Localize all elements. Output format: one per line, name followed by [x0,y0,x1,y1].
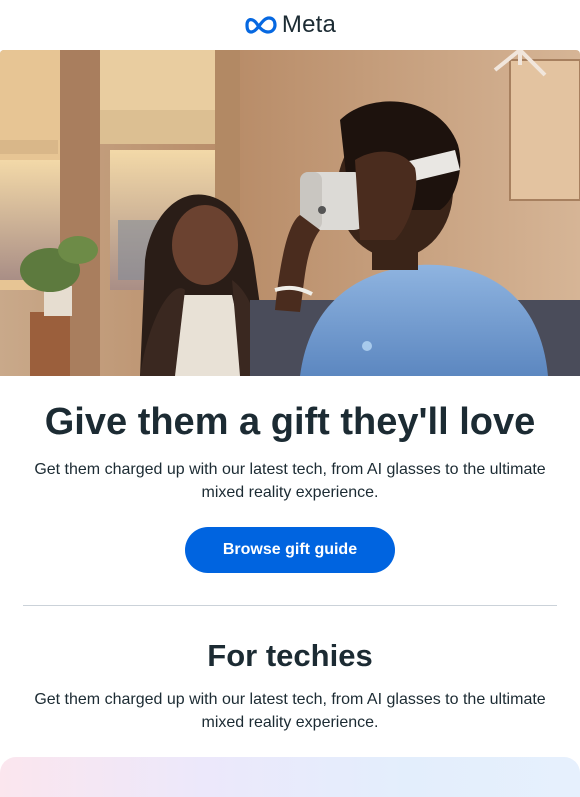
techies-section-title: For techies [207,638,373,673]
headline-subtext: Get them charged up with our latest tech… [34,461,546,501]
browse-gift-guide-button[interactable]: Browse gift guide [185,527,395,573]
meta-logo-icon[interactable] [244,16,278,34]
techies-section-subtext: Get them charged up with our latest tech… [34,691,546,731]
brand-name[interactable]: Meta [282,11,336,39]
product-card-peek[interactable] [0,757,580,797]
section-divider [23,605,557,606]
email-header: Meta [0,0,580,50]
headline: Give them a gift they'll love [44,401,536,443]
hero-image[interactable] [0,50,580,376]
hero-photo [0,50,580,376]
cta-container: Browse gift guide [0,527,580,573]
